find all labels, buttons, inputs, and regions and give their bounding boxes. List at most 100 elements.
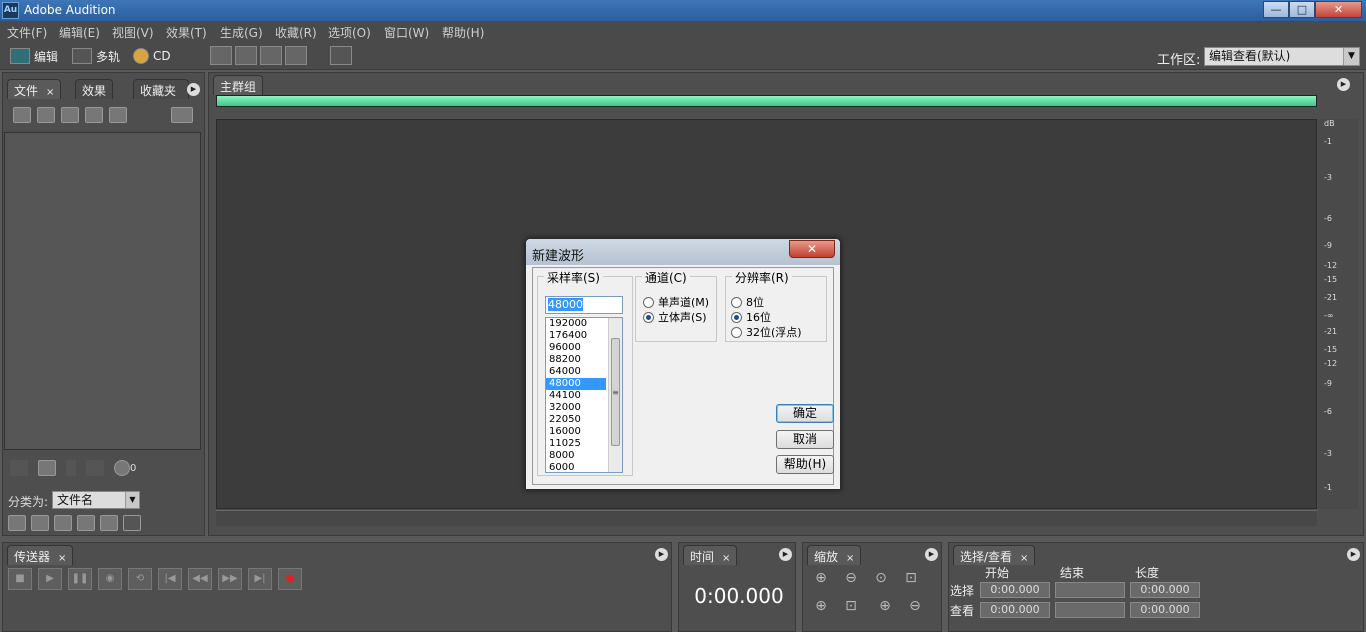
panel-menu-icon[interactable]: ▶: [925, 548, 938, 561]
radio-mono-dot[interactable]: [643, 296, 654, 308]
close-window-button[interactable]: ✕: [1315, 1, 1362, 18]
view-end-field[interactable]: [1055, 602, 1125, 618]
play-to-end-button[interactable]: ◉: [98, 568, 122, 590]
import-file-icon[interactable]: [13, 107, 31, 123]
scrollbar-thumb[interactable]: ≡: [611, 338, 620, 446]
radio-32bit-float-dot[interactable]: [731, 326, 742, 338]
menu-edit[interactable]: 编辑(E): [59, 24, 100, 41]
menu-view[interactable]: 视图(V): [112, 24, 154, 41]
tab-time[interactable]: 时间 ×: [683, 545, 738, 565]
filter-midi-icon[interactable]: [77, 515, 95, 531]
play-button[interactable]: ▶: [38, 568, 62, 590]
radio-16bit-dot[interactable]: [731, 311, 742, 323]
sample-rate-scrollbar[interactable]: ≡: [608, 318, 622, 472]
menu-effects[interactable]: 效果(T): [166, 24, 207, 41]
close-icon[interactable]: ×: [1020, 553, 1028, 564]
zoom-right-edge-icon[interactable]: ⊡: [840, 596, 862, 616]
selection-end-field[interactable]: [1055, 582, 1125, 598]
sort-by-select[interactable]: 文件名 ▼: [52, 491, 140, 509]
panel-menu-icon[interactable]: ▶: [779, 548, 792, 561]
move-tool-icon[interactable]: [357, 46, 379, 65]
radio-32bit-float[interactable]: 32位(浮点): [731, 324, 802, 340]
view-length-field[interactable]: 0:00.000: [1130, 602, 1200, 618]
go-to-start-button[interactable]: |◀: [158, 568, 182, 590]
record-button[interactable]: ●: [278, 568, 302, 590]
close-icon[interactable]: ×: [722, 553, 730, 564]
sample-rate-option[interactable]: 64000: [546, 366, 606, 378]
filter-options-icon[interactable]: [100, 515, 118, 531]
maximize-button[interactable]: □: [1289, 1, 1315, 18]
multitrack-view-button[interactable]: 多轨: [72, 46, 120, 66]
zoom-out-vertical-icon[interactable]: ⊖: [904, 596, 926, 616]
view-start-field[interactable]: 0:00.000: [980, 602, 1050, 618]
tab-transport[interactable]: 传送器 ×: [7, 545, 74, 565]
insert-into-cd-icon[interactable]: [85, 107, 103, 123]
phase-display-icon[interactable]: [285, 46, 307, 65]
sample-rate-option[interactable]: 88200: [546, 354, 606, 366]
tab-effects[interactable]: 效果: [75, 79, 114, 99]
show-options-icon[interactable]: [171, 107, 193, 123]
overview-bar[interactable]: [216, 95, 1317, 107]
tab-files[interactable]: 文件 ×: [7, 79, 62, 99]
sample-rate-list[interactable]: ≡ 192000 176400 96000 88200 64000 48000 44100 3…: [545, 317, 623, 473]
insert-into-multitrack-icon[interactable]: [61, 107, 79, 123]
help-button[interactable]: 帮助(H): [776, 455, 834, 474]
zoom-in-vertical-icon[interactable]: ⊕: [874, 596, 896, 616]
sample-rate-option[interactable]: 44100: [546, 390, 606, 402]
selection-start-field[interactable]: 0:00.000: [980, 582, 1050, 598]
sample-rate-option[interactable]: 96000: [546, 342, 606, 354]
zoom-selection-icon[interactable]: ⊡: [900, 568, 922, 588]
panel-menu-icon[interactable]: ▶: [1347, 548, 1360, 561]
loop-icon[interactable]: [38, 460, 56, 476]
sample-rate-option[interactable]: 48000: [546, 378, 606, 390]
menu-options[interactable]: 选项(O): [328, 24, 371, 41]
tab-zoom[interactable]: 缩放 ×: [807, 545, 862, 565]
radio-mono[interactable]: 单声道(M): [643, 294, 709, 310]
panel-menu-icon[interactable]: ▶: [655, 548, 668, 561]
selection-length-field[interactable]: 0:00.000: [1130, 582, 1200, 598]
panel-menu-icon[interactable]: ▶: [1337, 78, 1350, 91]
time-selection-tool-icon[interactable]: [330, 46, 352, 65]
filter-video-icon[interactable]: [54, 515, 72, 531]
radio-8bit[interactable]: 8位: [731, 294, 764, 310]
zoom-in-horizontal-icon[interactable]: ⊕: [810, 568, 832, 588]
edit-file-icon[interactable]: [109, 107, 127, 123]
zoom-out-horizontal-icon[interactable]: ⊖: [840, 568, 862, 588]
menu-help[interactable]: 帮助(H): [442, 24, 484, 41]
radio-stereo-dot[interactable]: [643, 311, 654, 323]
menu-favorites[interactable]: 收藏(R): [275, 24, 317, 41]
radio-8bit-dot[interactable]: [731, 296, 742, 308]
minimize-button[interactable]: —: [1263, 1, 1289, 18]
fast-forward-button[interactable]: ▶▶: [218, 568, 242, 590]
tab-main-group[interactable]: 主群组: [213, 75, 264, 95]
filter-loop-icon[interactable]: [31, 515, 49, 531]
sample-rate-option[interactable]: 8000: [546, 450, 606, 462]
rewind-button[interactable]: ◀◀: [188, 568, 212, 590]
panel-menu-icon[interactable]: ▶: [187, 83, 200, 96]
radio-16bit[interactable]: 16位: [731, 309, 771, 325]
volume-knob-icon[interactable]: [114, 460, 130, 476]
play-icon[interactable]: [66, 460, 76, 476]
go-to-end-button[interactable]: ▶|: [248, 568, 272, 590]
zoom-out-full-icon[interactable]: ⊙: [870, 568, 892, 588]
ok-button[interactable]: 确定: [776, 404, 834, 423]
sample-rate-option[interactable]: 22050: [546, 414, 606, 426]
tab-selection-view[interactable]: 选择/查看 ×: [953, 545, 1036, 565]
sample-rate-option[interactable]: 11025: [546, 438, 606, 450]
filter-waveform-icon[interactable]: [8, 515, 26, 531]
spectral-pan-icon[interactable]: [260, 46, 282, 65]
menu-file[interactable]: 文件(F): [7, 24, 47, 41]
waveform-display-icon[interactable]: [210, 46, 232, 65]
dialog-close-button[interactable]: ✕: [789, 240, 835, 258]
close-icon[interactable]: ×: [46, 87, 54, 98]
stop-button[interactable]: ■: [8, 568, 32, 590]
filter-extra-icon[interactable]: [123, 515, 141, 531]
cd-view-button[interactable]: CD: [133, 46, 171, 66]
close-icon[interactable]: ×: [846, 553, 854, 564]
cancel-button[interactable]: 取消: [776, 430, 834, 449]
zoom-left-edge-icon[interactable]: ⊕: [810, 596, 832, 616]
sample-rate-option[interactable]: 16000: [546, 426, 606, 438]
spectral-display-icon[interactable]: [235, 46, 257, 65]
menu-generate[interactable]: 生成(G): [220, 24, 263, 41]
sample-rate-option[interactable]: 6000: [546, 462, 606, 472]
